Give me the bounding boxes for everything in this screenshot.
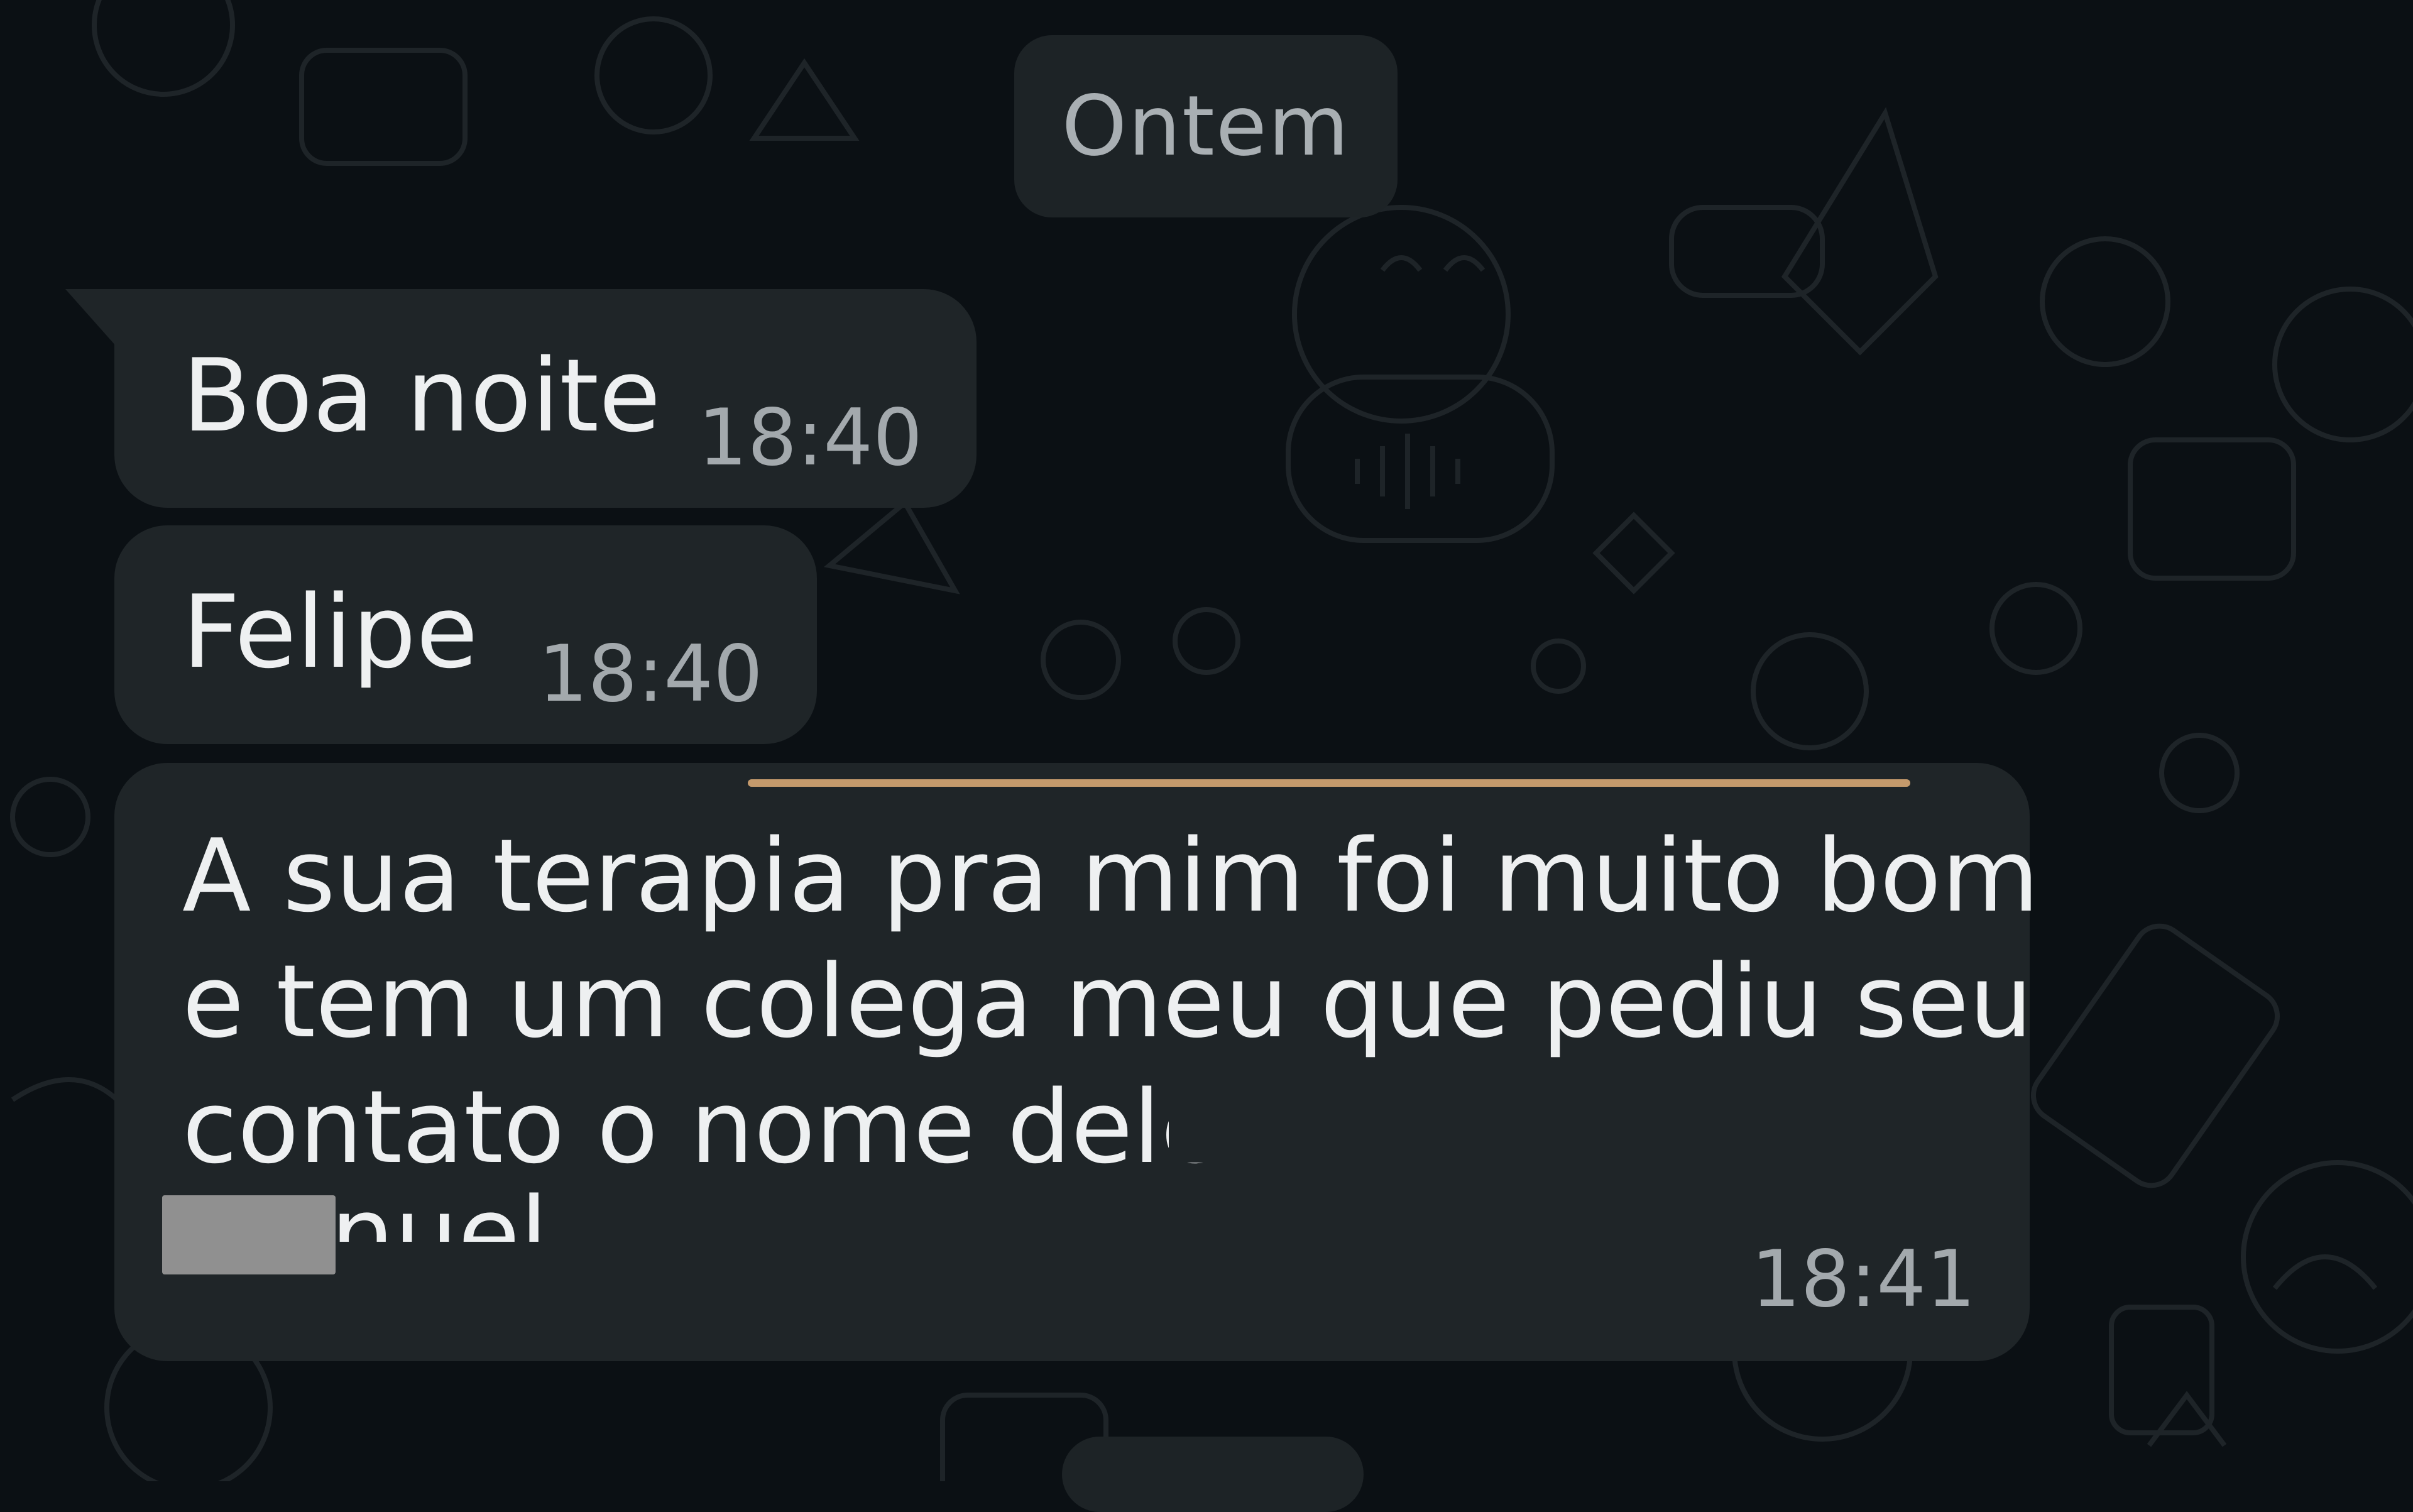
message-time: 18:40 [698,393,922,483]
message-time: 18:40 [538,629,763,720]
message-text: Felipe [182,573,478,691]
scroll-date-pill [1062,1437,1364,1512]
redaction-box [162,1195,336,1274]
message-text: Boa noite [182,337,661,454]
message-text-line: e tem um colega meu que pediu seu [182,943,2033,1060]
spellcheck-underline [748,779,1910,787]
message-time: 18:41 [1751,1234,1976,1325]
incoming-message[interactable]: Felipe 18:40 [114,525,817,744]
message-text-line: A sua terapia pra mim foi muito bom [182,817,2040,934]
bubble-tail [65,289,116,346]
date-separator: Ontem [1014,35,1398,217]
incoming-message[interactable]: A sua terapia pra mim foi muito bom e te… [114,763,2039,1361]
incoming-message[interactable]: Boa noite 18:40 [114,289,977,508]
redaction-blur [1169,1068,1722,1163]
